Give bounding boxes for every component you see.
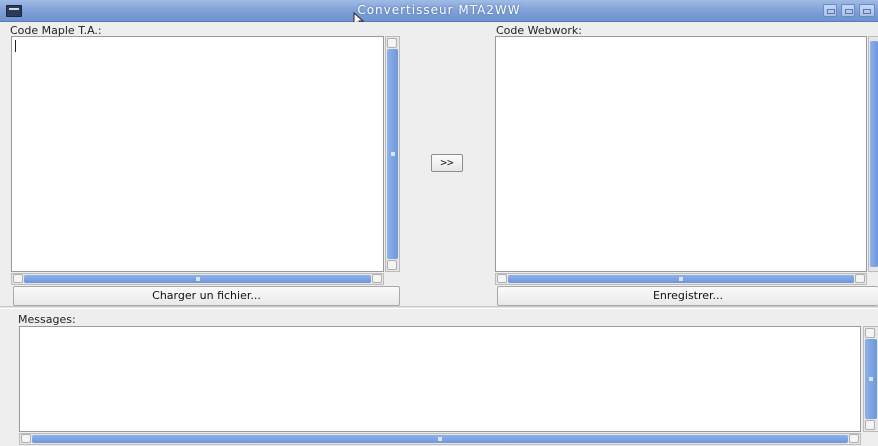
grip-icon — [390, 152, 395, 156]
scroll-down-arrow-icon[interactable] — [865, 420, 875, 430]
scroll-left-arrow-icon[interactable] — [13, 274, 23, 283]
scroll-down-arrow-icon[interactable] — [387, 260, 397, 270]
scroll-left-arrow-icon[interactable] — [497, 274, 507, 283]
scroll-thumb[interactable] — [508, 275, 854, 283]
convert-button[interactable]: >> — [431, 154, 463, 172]
messages-label: Messages: — [18, 313, 76, 326]
webwork-code-vertical-scrollbar[interactable] — [868, 36, 878, 272]
messages-vertical-scrollbar[interactable] — [863, 326, 878, 432]
maple-code-horizontal-scrollbar[interactable] — [11, 273, 384, 285]
title-bar[interactable]: Convertisseur MTA2WW — [0, 0, 878, 28]
save-button[interactable]: Enregistrer... — [497, 286, 878, 306]
grip-icon — [195, 277, 200, 281]
scroll-right-arrow-icon[interactable] — [855, 274, 865, 283]
close-button[interactable] — [859, 4, 875, 17]
scroll-right-arrow-icon[interactable] — [372, 274, 382, 283]
webwork-code-textarea[interactable] — [495, 36, 867, 272]
minimize-button[interactable] — [823, 4, 837, 17]
grip-icon — [438, 437, 442, 441]
maple-code-vertical-scrollbar[interactable] — [385, 36, 400, 272]
messages-horizontal-scrollbar[interactable] — [19, 433, 861, 445]
webwork-code-horizontal-scrollbar[interactable] — [495, 273, 867, 285]
grip-icon — [869, 377, 873, 381]
window-title: Convertisseur MTA2WW — [357, 3, 521, 17]
scroll-thumb[interactable] — [24, 275, 371, 283]
scroll-left-arrow-icon[interactable] — [21, 434, 31, 443]
scroll-thumb[interactable] — [387, 49, 398, 259]
maple-code-textarea[interactable] — [11, 36, 384, 272]
scroll-up-arrow-icon[interactable] — [387, 38, 397, 48]
scroll-up-arrow-icon[interactable] — [865, 328, 875, 338]
load-file-button[interactable]: Charger un fichier... — [13, 286, 400, 306]
grip-icon — [679, 277, 683, 281]
scroll-thumb[interactable] — [865, 339, 877, 419]
scroll-thumb[interactable] — [32, 435, 848, 443]
scroll-thumb[interactable] — [870, 41, 878, 267]
text-caret — [15, 40, 16, 52]
maximize-button[interactable] — [841, 4, 855, 17]
messages-textarea[interactable] — [19, 326, 861, 432]
scroll-right-arrow-icon[interactable] — [849, 434, 859, 443]
